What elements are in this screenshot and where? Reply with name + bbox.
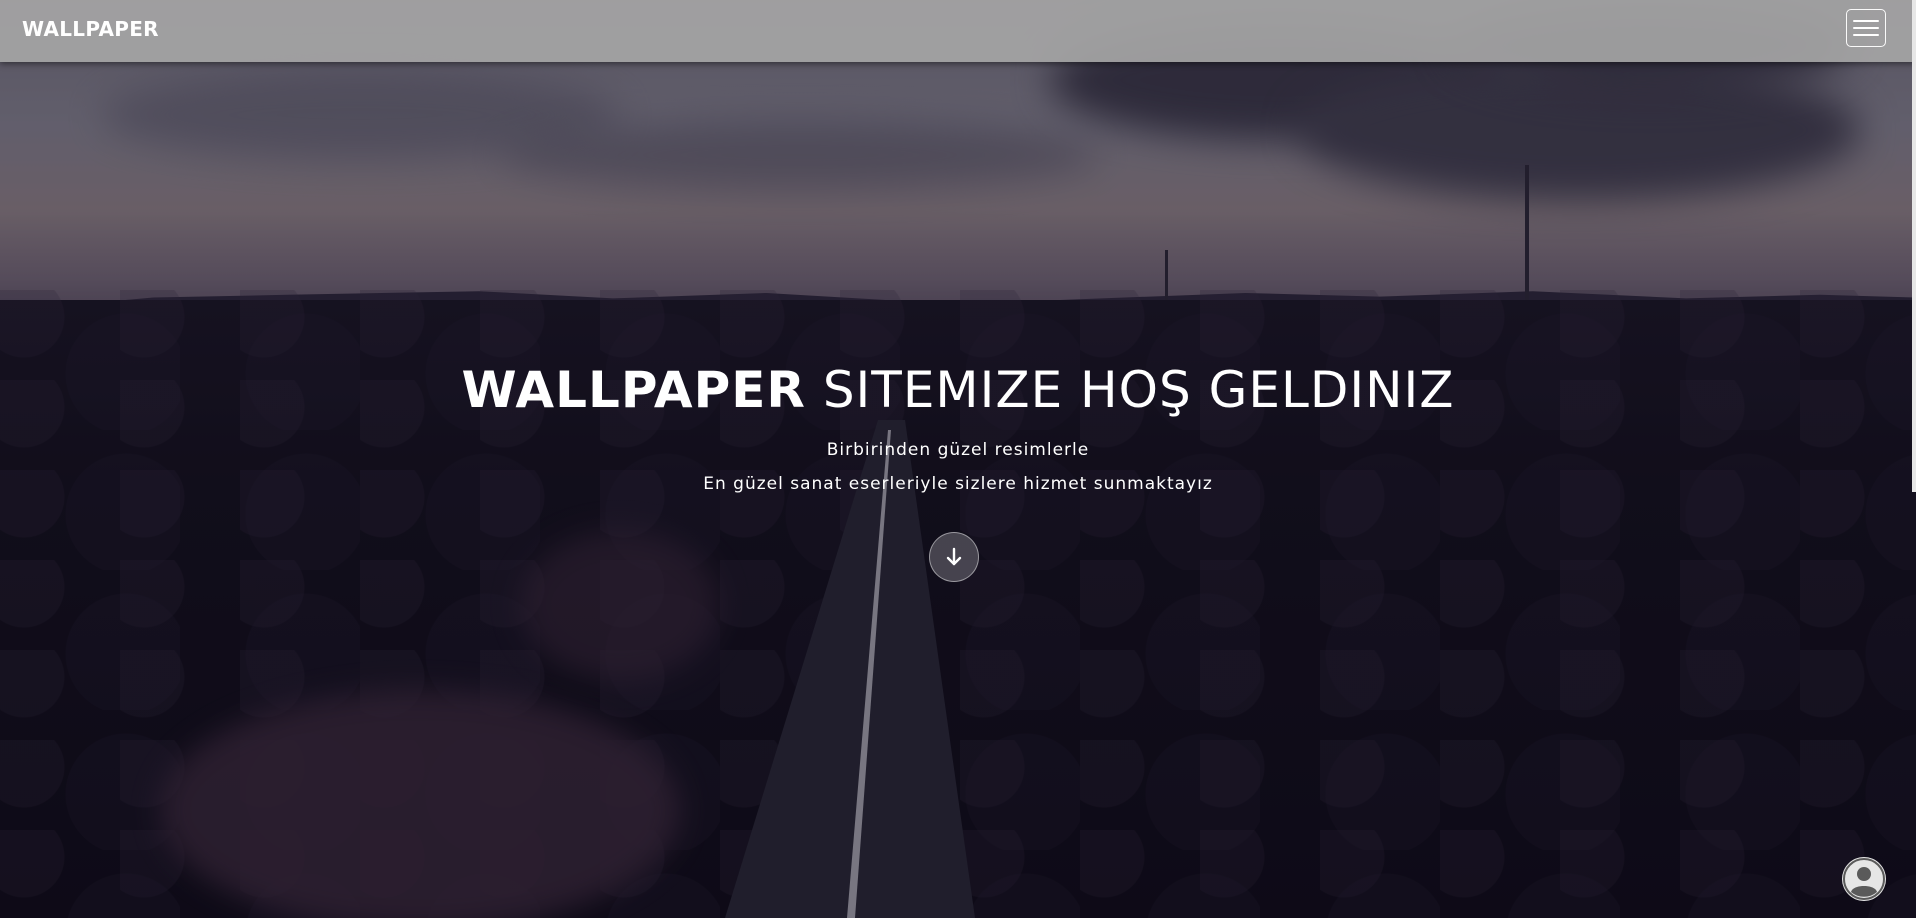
hero-section: WALLPAPER SITEMIZE HOŞ GELDINIZ Birbirin… bbox=[0, 355, 1916, 501]
hero-subtitle-line2: En güzel sanat eserleriyle sizlere hizme… bbox=[703, 474, 1213, 494]
hamburger-menu-icon-bar bbox=[1853, 34, 1879, 36]
hero-subtitle: Birbirinden güzel resimlerle En güzel sa… bbox=[0, 433, 1916, 501]
page-scrollbar[interactable] bbox=[1912, 0, 1916, 492]
hero-subtitle-line1: Birbirinden güzel resimlerle bbox=[826, 440, 1090, 460]
hero-title-strong: WALLPAPER bbox=[461, 361, 806, 419]
page: WALLPAPER WALLPAPER SITEMIZE HOŞ GELDINI… bbox=[0, 0, 1916, 918]
hero-title: WALLPAPER SITEMIZE HOŞ GELDINIZ bbox=[0, 355, 1916, 425]
hamburger-menu-icon bbox=[1853, 20, 1879, 22]
user-avatar-icon bbox=[1843, 858, 1885, 900]
hamburger-menu-button[interactable] bbox=[1846, 9, 1886, 47]
user-account-button[interactable] bbox=[1842, 857, 1886, 901]
arrow-down-icon bbox=[946, 547, 962, 566]
hamburger-menu-icon-bar bbox=[1853, 27, 1879, 29]
top-navbar: WALLPAPER bbox=[0, 0, 1916, 62]
hero-title-rest: SITEMIZE HOŞ GELDINIZ bbox=[822, 361, 1455, 419]
brand-logo[interactable]: WALLPAPER bbox=[22, 17, 159, 41]
scroll-down-button[interactable] bbox=[929, 532, 979, 582]
